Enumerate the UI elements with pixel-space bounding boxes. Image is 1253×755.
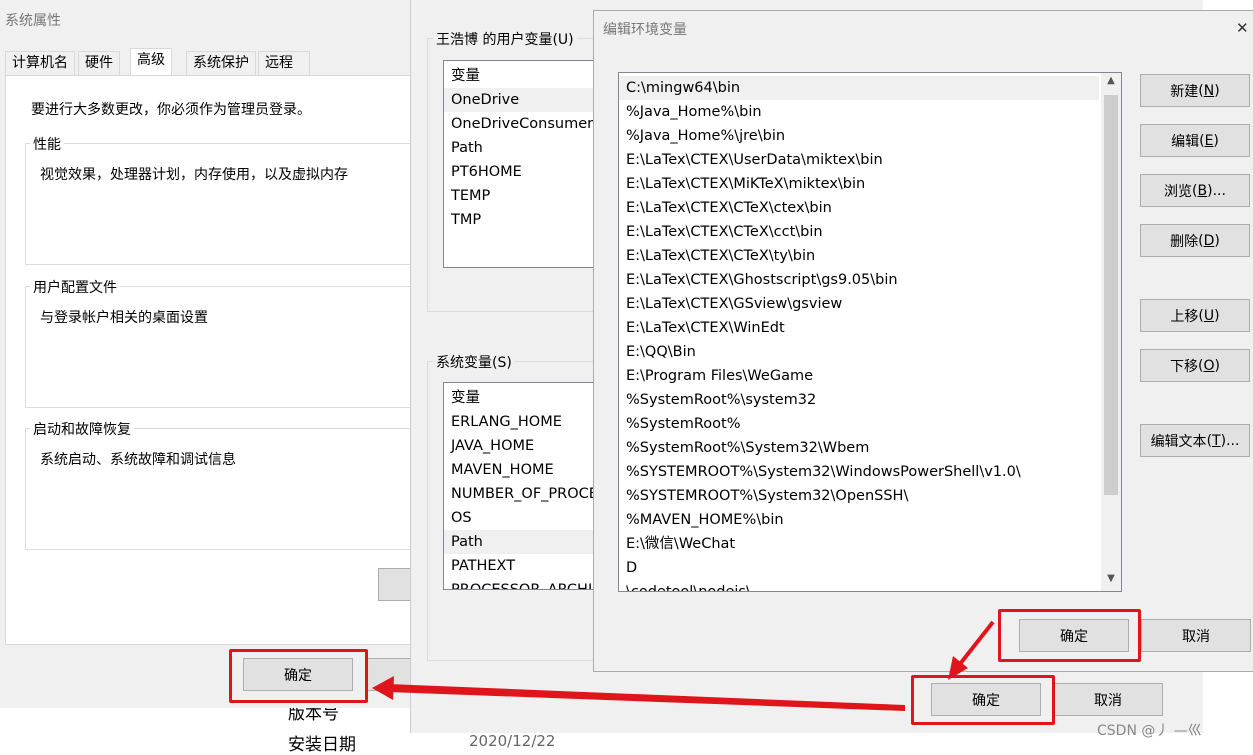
annotation-arrows (372, 620, 995, 711)
arrow-to-env-ok (948, 620, 995, 680)
watermark: CSDN @丿 —巛 (1097, 723, 1202, 739)
arrow-to-sys-ok (372, 676, 905, 711)
